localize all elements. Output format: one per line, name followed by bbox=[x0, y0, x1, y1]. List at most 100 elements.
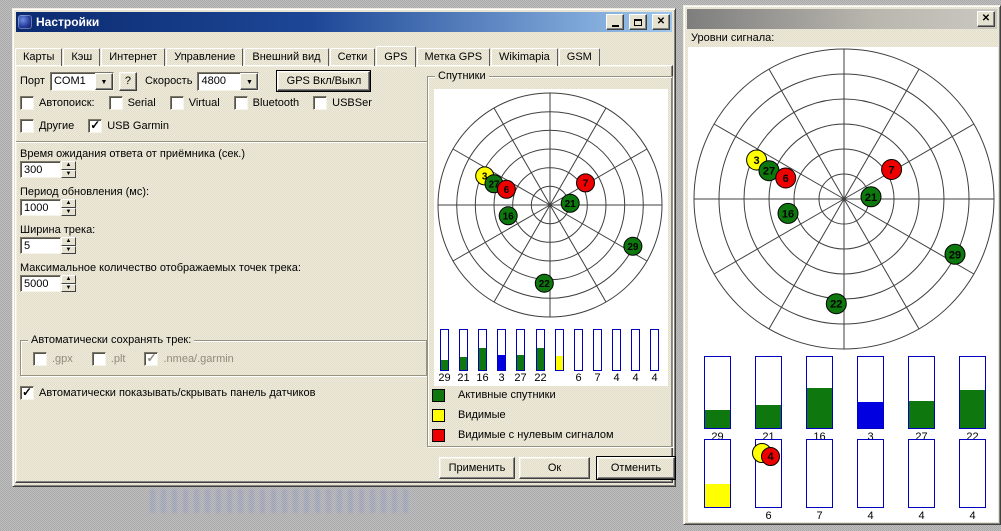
checkbox-box-usb-garmin[interactable] bbox=[88, 119, 102, 133]
checkbox-box-virtual[interactable] bbox=[170, 96, 184, 110]
track-width-spinner[interactable]: 5 bbox=[20, 237, 76, 254]
speed-dropdown-button[interactable] bbox=[240, 73, 258, 90]
track-width-value[interactable]: 5 bbox=[20, 237, 61, 254]
port-combobox[interactable]: COM1 bbox=[50, 72, 114, 91]
signal-bar-fill bbox=[537, 348, 544, 370]
checkbox-plt[interactable]: .plt bbox=[92, 352, 126, 366]
checkbox-serial[interactable]: Serial bbox=[109, 96, 156, 110]
update-period-spin-up[interactable] bbox=[61, 199, 76, 208]
satellites-group: Спутники 3276721162922 2921163272267444 … bbox=[427, 76, 673, 447]
legend-swatch-1 bbox=[432, 409, 445, 422]
track-width-spin-down[interactable] bbox=[61, 246, 76, 255]
speed-value: 4800 bbox=[198, 73, 240, 90]
tab-gsm[interactable]: GSM bbox=[559, 48, 600, 66]
button-ok[interactable]: Ок bbox=[519, 457, 590, 479]
max-track-points-spin-down[interactable] bbox=[61, 284, 76, 293]
checkbox-label-bluetooth: Bluetooth bbox=[253, 97, 299, 109]
close-icon bbox=[982, 14, 990, 24]
port-value: COM1 bbox=[51, 73, 95, 90]
tab-upravlenie[interactable]: Управление bbox=[166, 48, 243, 66]
close-icon bbox=[657, 17, 665, 27]
update-period-spin-down[interactable] bbox=[61, 208, 76, 217]
signal-bar-label-4: 4 bbox=[607, 372, 626, 384]
signal-bar-label-6: 6 bbox=[743, 510, 794, 522]
settings-titlebar[interactable]: Настройки bbox=[16, 12, 672, 32]
signal-close-button[interactable] bbox=[977, 11, 995, 27]
legend-swatch-2 bbox=[432, 429, 445, 442]
gps-toggle-button[interactable]: GPS Вкл/Выкл bbox=[277, 71, 370, 91]
satellite-label-3: 3 bbox=[754, 155, 760, 167]
checkbox-nmea-garmin[interactable]: .nmea/.garmin bbox=[144, 352, 233, 366]
signal-bar-29 bbox=[704, 356, 731, 429]
max-track-points-spin-up[interactable] bbox=[61, 275, 76, 284]
max-track-points-value[interactable]: 5000 bbox=[20, 275, 61, 292]
signal-bar-4 bbox=[612, 329, 621, 371]
timeout-spinner[interactable]: 300 bbox=[20, 161, 76, 178]
tab-setki[interactable]: Сетки bbox=[330, 48, 376, 66]
checkbox-box-serial[interactable] bbox=[109, 96, 123, 110]
checkbox-box-usbser[interactable] bbox=[313, 96, 327, 110]
tab-metka-gps[interactable]: Метка GPS bbox=[417, 48, 491, 66]
close-button[interactable] bbox=[652, 14, 670, 30]
signal-bar-fill bbox=[517, 355, 524, 370]
checkbox-virtual[interactable]: Virtual bbox=[170, 96, 220, 110]
checkbox-autosearch[interactable]: Автопоиск: bbox=[20, 96, 95, 110]
maximize-button[interactable] bbox=[629, 14, 647, 30]
checkbox-box-nmea-garmin[interactable] bbox=[144, 352, 158, 366]
signal-bar-label-4: 4 bbox=[626, 372, 645, 384]
checkbox-box-gpx[interactable] bbox=[33, 352, 47, 366]
checkbox-box-autosearch[interactable] bbox=[20, 96, 34, 110]
tab-karty[interactable]: Карты bbox=[15, 48, 62, 66]
signal-bar-label-3: 3 bbox=[492, 372, 511, 384]
checkbox-usb-garmin[interactable]: USB Garmin bbox=[88, 119, 169, 133]
update-period-spinner[interactable]: 1000 bbox=[20, 199, 76, 216]
checkbox-label-other: Другие bbox=[39, 120, 74, 132]
satellite-7: 7 bbox=[882, 160, 902, 180]
legend-item-1: Видимые bbox=[432, 408, 614, 422]
checkbox-bluetooth[interactable]: Bluetooth bbox=[234, 96, 299, 110]
button-cancel[interactable]: Отменить bbox=[597, 457, 675, 479]
tab-wikimapia[interactable]: Wikimapia bbox=[491, 48, 558, 66]
timeout-value[interactable]: 300 bbox=[20, 161, 61, 178]
signal-bar-fill bbox=[807, 388, 832, 428]
max-track-points-spinner[interactable]: 5000 bbox=[20, 275, 76, 292]
checkbox-sensors-panel[interactable]: Автоматически показывать/скрывать панель… bbox=[20, 386, 315, 400]
timeout-label: Время ожидания ответа от приёмника (сек.… bbox=[20, 148, 422, 160]
checkbox-box-bluetooth[interactable] bbox=[234, 96, 248, 110]
checkbox-gpx[interactable]: .gpx bbox=[33, 352, 73, 366]
update-period-value[interactable]: 1000 bbox=[20, 199, 61, 216]
signal-titlebar[interactable] bbox=[687, 9, 997, 29]
autosave-group-title: Автоматически сохранять трек: bbox=[28, 334, 194, 346]
checkbox-label-plt: .plt bbox=[111, 353, 126, 365]
autosave-options: .gpx .plt .nmea/.garmin bbox=[33, 352, 234, 366]
tab-kesh[interactable]: Кэш bbox=[63, 48, 100, 66]
signal-bar-label-7: 7 bbox=[588, 372, 607, 384]
satellite-label-22: 22 bbox=[539, 279, 551, 290]
checkbox-label-sensors-panel: Автоматически показывать/скрывать панель… bbox=[39, 387, 315, 399]
signal-bar-3 bbox=[857, 356, 884, 429]
checkbox-other[interactable]: Другие bbox=[20, 119, 74, 133]
timeout-spin-down[interactable] bbox=[61, 170, 76, 179]
checkbox-box-other[interactable] bbox=[20, 119, 34, 133]
minimize-icon bbox=[612, 25, 619, 27]
port-row: Порт COM1 ? Скорость 4800 GPS Вкл/Выкл bbox=[20, 71, 370, 91]
checkbox-usbser[interactable]: USBSer bbox=[313, 96, 372, 110]
checkbox-box-sensors-panel[interactable] bbox=[20, 386, 34, 400]
signal-bar-fill bbox=[441, 360, 448, 370]
tab-vneshniy-vid[interactable]: Внешний вид bbox=[244, 48, 328, 66]
track-width-spin-up[interactable] bbox=[61, 237, 76, 246]
chevron-down-icon bbox=[246, 75, 253, 87]
tab-gps[interactable]: GPS bbox=[376, 46, 415, 67]
help-button[interactable]: ? bbox=[119, 72, 137, 91]
signal-bar-label-22: 22 bbox=[531, 372, 550, 384]
gps-fields: Время ожидания ответа от приёмника (сек.… bbox=[20, 148, 422, 300]
checkbox-box-plt[interactable] bbox=[92, 352, 106, 366]
signal-bar-22 bbox=[536, 329, 545, 371]
button-apply[interactable]: Применить bbox=[439, 457, 515, 479]
speed-combobox[interactable]: 4800 bbox=[197, 72, 259, 91]
tab-internet[interactable]: Интернет bbox=[101, 48, 165, 66]
minimize-button[interactable] bbox=[606, 14, 624, 30]
timeout-spin-up[interactable] bbox=[61, 161, 76, 170]
port-dropdown-button[interactable] bbox=[95, 73, 113, 90]
dialog-buttons: ПрименитьОк Отменить bbox=[439, 457, 675, 479]
